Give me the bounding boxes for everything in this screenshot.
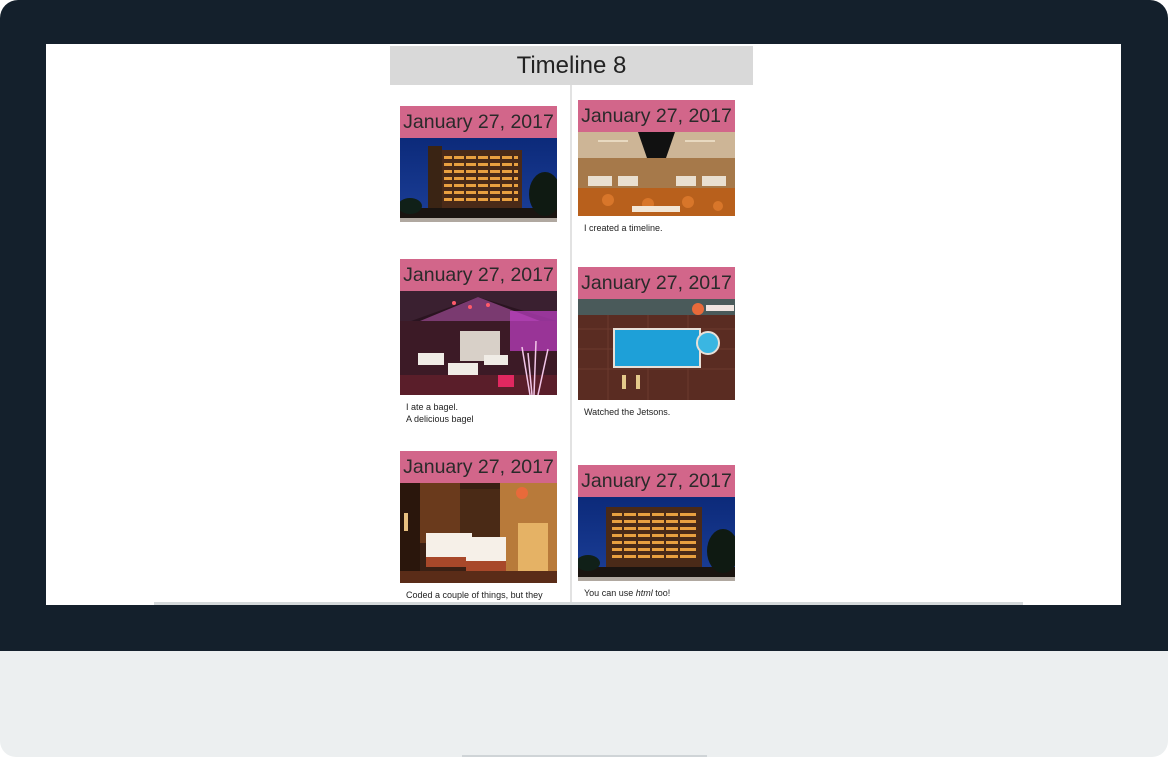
page-title: Timeline 8 — [516, 51, 627, 79]
caption-line: A delicious bagel — [406, 414, 474, 424]
entry-date: January 27, 2017 — [400, 259, 557, 291]
entry-date: January 27, 2017 — [400, 106, 557, 138]
title-bar: Timeline 8 — [390, 46, 753, 85]
hotel-exterior-photo — [578, 497, 735, 581]
timeline-entry: January 27, 2017 Coded a couple of thing… — [400, 451, 557, 601]
entry-caption: I ate a bagel. A delicious bagel — [400, 395, 557, 425]
banquet-hall-photo — [578, 132, 735, 216]
caption-text: You can use — [584, 588, 636, 598]
caption-text: too! — [652, 588, 671, 598]
timeline-entry: January 27, 2017 — [400, 106, 557, 222]
restaurant-interior-photo — [400, 291, 557, 395]
caption-emphasis: html — [635, 588, 653, 598]
timeline-axis — [570, 85, 572, 605]
timeline-entry: January 27, 2017 I ate a bagel. A delici… — [400, 259, 557, 425]
entry-date: January 27, 2017 — [578, 465, 735, 497]
scroll-divider — [154, 602, 1023, 605]
caption-line: I ate a bagel. — [406, 402, 459, 412]
rooftop-pool-photo — [578, 299, 735, 400]
timeline-entry: January 27, 2017 I created a timeline. — [578, 100, 735, 234]
screen: Timeline 8 January 27, 2017 January 27, … — [46, 44, 1121, 605]
entry-caption: Watched the Jetsons. — [584, 407, 671, 417]
hotel-exterior-photo — [400, 138, 557, 222]
hotel-bedroom-photo — [400, 483, 557, 583]
timeline-entry: January 27, 2017 You can use html too! — [578, 465, 735, 599]
entry-date: January 27, 2017 — [578, 100, 735, 132]
entry-date: January 27, 2017 — [400, 451, 557, 483]
entry-caption: You can use html too! — [578, 581, 735, 599]
entry-caption: Coded a couple of things, but they — [406, 590, 543, 600]
monitor-stand — [0, 651, 1168, 757]
entry-date: January 27, 2017 — [578, 267, 735, 299]
timeline-entry: January 27, 2017 Watched the Jetsons. — [578, 267, 735, 418]
entry-caption: I created a timeline. — [584, 223, 663, 233]
